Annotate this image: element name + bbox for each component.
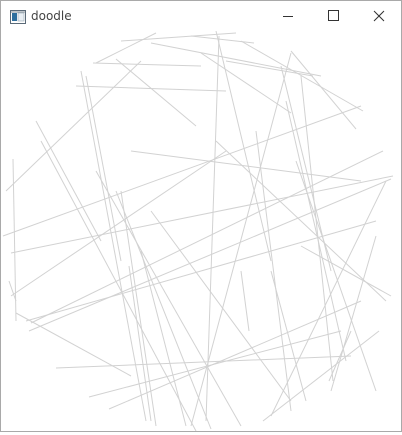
maximize-button[interactable] xyxy=(311,1,357,31)
doodle-line xyxy=(95,170,242,427)
close-icon xyxy=(373,10,385,22)
doodle-line xyxy=(285,100,347,362)
minimize-icon xyxy=(283,16,293,17)
doodle-line xyxy=(270,180,387,417)
doodle-line xyxy=(290,50,357,130)
doodle-line xyxy=(240,270,250,332)
doodle-line xyxy=(215,30,272,262)
doodle-line xyxy=(115,190,212,430)
doodle-line xyxy=(190,35,255,44)
close-button[interactable] xyxy=(356,1,402,31)
doodle-line xyxy=(255,130,292,412)
maximize-icon xyxy=(328,10,339,21)
doodle-line xyxy=(108,300,362,410)
doodle-line xyxy=(330,235,377,392)
doodle-line xyxy=(128,265,152,422)
doodle-drawing xyxy=(2,30,394,432)
doodle-line xyxy=(240,40,364,112)
window-title: doodle xyxy=(31,9,72,23)
doodle-line xyxy=(92,62,202,67)
doodle-line xyxy=(262,330,380,422)
doodle-line xyxy=(95,32,157,64)
window-app-icon[interactable] xyxy=(10,9,26,24)
doodle-line xyxy=(40,140,197,432)
doodle-line xyxy=(115,58,197,127)
doodle-line xyxy=(5,60,142,192)
doodle-line xyxy=(190,52,292,427)
doodle-line xyxy=(25,220,377,322)
minimize-button[interactable] xyxy=(265,1,311,31)
doodle-line xyxy=(35,120,102,242)
doodle-line xyxy=(225,60,314,77)
doodle-line xyxy=(75,85,227,92)
doodle-line xyxy=(300,245,392,297)
doodle-line xyxy=(55,355,352,369)
doodle-line xyxy=(10,175,394,254)
title-bar[interactable]: doodle xyxy=(1,1,401,31)
doodle-line xyxy=(150,42,322,77)
drawing-canvas[interactable] xyxy=(1,30,401,432)
doodle-line xyxy=(80,70,147,422)
doodle-window: doodle xyxy=(0,0,402,432)
